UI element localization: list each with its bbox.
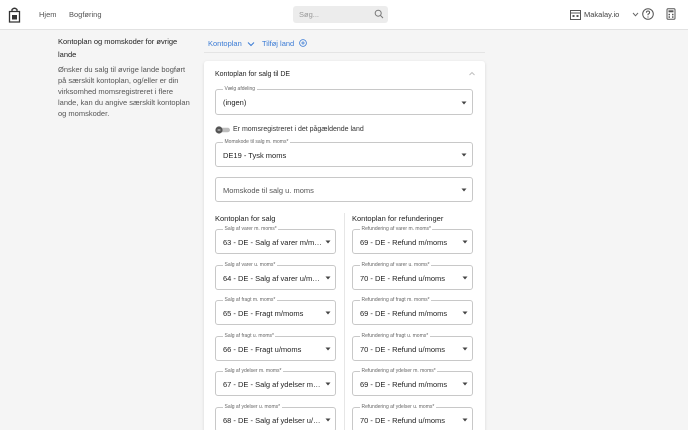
field-label: Salg af ydelser m. moms* — [223, 368, 283, 375]
column-divider — [344, 213, 345, 430]
field-label: Refundering af fragt m. moms* — [360, 297, 432, 304]
vat-registered-label: Er momsregistreret i det pågældende land — [233, 126, 364, 133]
refund-account-select[interactable]: Refundering af fragt u. moms* 70 - DE - R… — [352, 332, 473, 361]
field-value: 65 - DE - Fragt m/moms — [223, 309, 304, 318]
help-icon[interactable] — [642, 8, 654, 20]
field-value: 70 - DE - Refund u/moms — [360, 344, 446, 354]
section-title: Kontoplan og momskoder for øvrige lande — [58, 37, 178, 59]
field-value: 63 - DE - Salg af varer m/moms — [223, 238, 322, 247]
field-label: Salg af ydelser u. moms* — [223, 403, 282, 411]
caret-down-icon — [462, 418, 468, 421]
search-box[interactable] — [293, 6, 388, 23]
card-title: Kontoplan for salg til DE — [215, 71, 291, 78]
field-label: Momskode til salg m. moms* — [223, 139, 290, 146]
section-description: Ønsker du salg til øvrige lande bogført … — [58, 65, 190, 118]
field-value: 64 - DE - Salg af varer u/moms — [223, 273, 322, 283]
field-label: Refundering af ydelser m. moms* — [360, 368, 438, 375]
sales-account-select[interactable]: Salg af ydelser u. moms* 68 - DE - Salg a… — [215, 403, 336, 430]
caret-down-icon — [462, 382, 468, 386]
chevron-up-icon[interactable] — [468, 70, 476, 78]
field-label: Vælg afdeling — [223, 86, 257, 93]
field-value: 68 - DE - Salg af ydelser u/moms — [223, 415, 322, 425]
field-value: 66 - DE - Fragt u/moms — [223, 344, 302, 354]
field-label: Salg af fragt u. moms* — [223, 332, 276, 340]
nav-bookkeeping-link[interactable]: Bogføring — [69, 10, 102, 19]
search-input[interactable] — [299, 6, 369, 23]
search-icon[interactable] — [374, 9, 384, 19]
caret-down-icon — [325, 382, 331, 386]
field-value: 69 - DE - Refund m/moms — [360, 309, 448, 318]
field-placeholder: Momskode til salg u. moms — [223, 186, 314, 195]
caret-down-icon — [462, 347, 468, 350]
vat-code-with-select[interactable]: Momskode til salg m. moms* DE19 - Tysk m… — [215, 139, 473, 167]
tab-divider — [204, 52, 485, 53]
field-value: DE19 - Tysk moms — [223, 151, 287, 160]
sales-account-select[interactable]: Salg af fragt u. moms* 66 - DE - Fragt u/… — [215, 332, 336, 361]
field-label: Salg af varer u. moms* — [223, 261, 277, 269]
top-bar: Hjem Bogføring Makalay.io — [0, 0, 688, 30]
caret-down-icon — [325, 240, 331, 244]
field-label: Refundering af varer u. moms* — [360, 261, 432, 269]
sales-heading: Kontoplan for salg — [215, 214, 276, 223]
caret-down-icon — [461, 153, 467, 157]
add-circle-icon[interactable] — [299, 38, 307, 47]
caret-down-icon — [325, 347, 331, 350]
company-name: Makalay.io — [584, 10, 620, 19]
refund-account-select[interactable]: Refundering af ydelser u. moms* 70 - DE -… — [352, 403, 473, 430]
calculator-icon[interactable] — [665, 8, 677, 20]
caret-down-icon — [461, 188, 467, 192]
building-icon — [570, 10, 581, 20]
refund-account-select[interactable]: Refundering af fragt m. moms* 69 - DE - R… — [352, 297, 473, 325]
field-value: 69 - DE - Refund m/moms — [360, 380, 448, 389]
vat-registered-toggle[interactable] — [215, 126, 231, 134]
refund-account-select[interactable]: Refundering af ydelser m. moms* 69 - DE -… — [352, 368, 473, 396]
refund-heading: Kontoplan for refunderinger — [352, 214, 444, 223]
add-country-link[interactable]: Tilføj land — [262, 39, 294, 48]
field-label: Refundering af varer m. moms* — [360, 226, 433, 233]
field-label: Salg af fragt m. moms* — [223, 297, 277, 304]
department-select[interactable]: Vælg afdeling (ingen) — [215, 86, 473, 115]
caret-down-icon — [325, 276, 331, 279]
app-logo-icon[interactable] — [8, 7, 21, 23]
field-value: 69 - DE - Refund m/moms — [360, 238, 448, 247]
caret-down-icon — [325, 418, 331, 421]
caret-down-icon — [325, 311, 331, 315]
refund-account-select[interactable]: Refundering af varer u. moms* 70 - DE - R… — [352, 261, 473, 290]
country-account-card: Kontoplan for salg til DE Vælg afdeling … — [204, 61, 485, 430]
refund-account-select[interactable]: Refundering af varer m. moms* 69 - DE - R… — [352, 226, 473, 254]
chevron-down-icon — [632, 12, 639, 17]
sales-account-select[interactable]: Salg af varer u. moms* 64 - DE - Salg af … — [215, 261, 336, 290]
vat-code-without-select[interactable]: Momskode til salg u. moms — [215, 177, 473, 202]
field-value: 67 - DE - Salg af ydelser m/moms — [223, 380, 322, 389]
field-value: 70 - DE - Refund u/moms — [360, 273, 446, 283]
sales-account-select[interactable]: Salg af fragt m. moms* 65 - DE - Fragt m/… — [215, 297, 336, 325]
field-label: Refundering af ydelser u. moms* — [360, 403, 436, 411]
sales-account-select[interactable]: Salg af varer m. moms* 63 - DE - Salg af … — [215, 226, 336, 254]
caret-down-icon — [462, 276, 468, 279]
chevron-down-icon[interactable] — [247, 40, 255, 48]
field-value: 70 - DE - Refund u/moms — [360, 415, 446, 425]
caret-down-icon — [462, 311, 468, 315]
caret-down-icon — [461, 101, 467, 105]
field-value: (ingen) — [223, 98, 247, 107]
field-label: Refundering af fragt u. moms* — [360, 332, 430, 340]
sales-account-select[interactable]: Salg af ydelser m. moms* 67 - DE - Salg a… — [215, 368, 336, 396]
caret-down-icon — [462, 240, 468, 244]
field-label: Salg af varer m. moms* — [223, 226, 279, 233]
tab-kontoplan[interactable]: Kontoplan — [208, 39, 242, 48]
nav-home-link[interactable]: Hjem — [39, 10, 57, 19]
